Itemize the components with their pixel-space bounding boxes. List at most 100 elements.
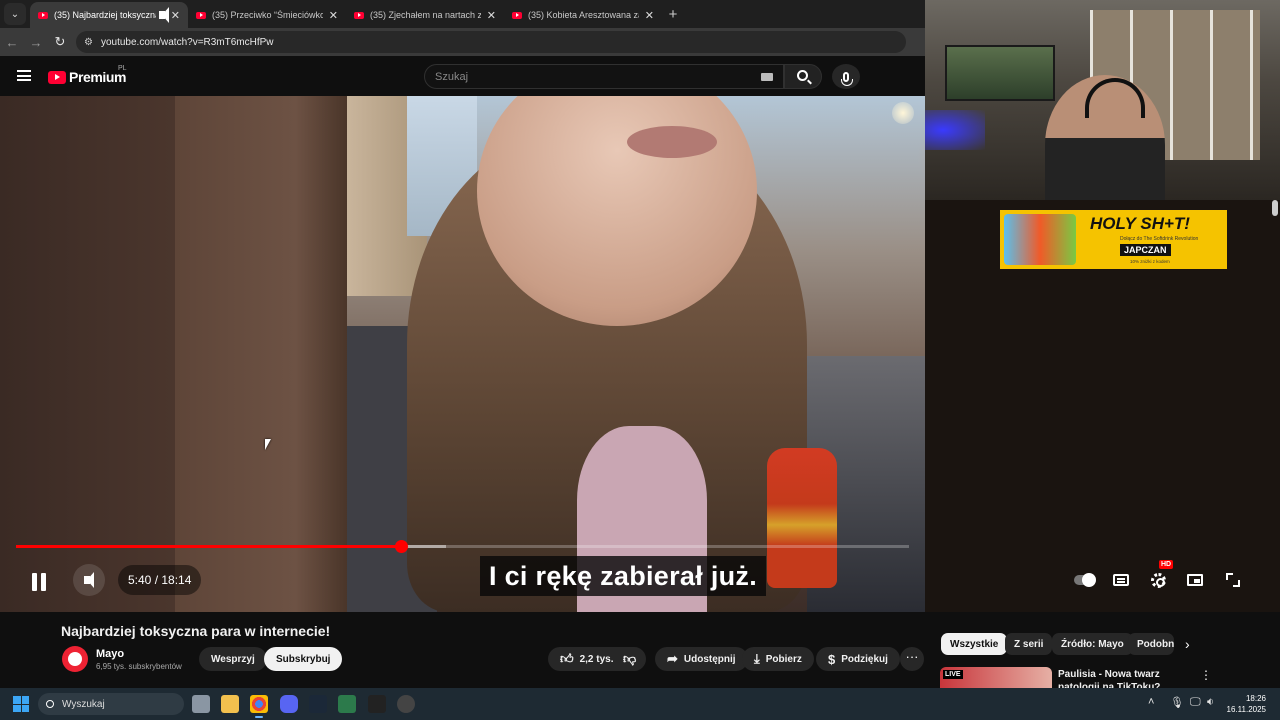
taskbar-search[interactable]: Wyszukaj: [38, 693, 184, 715]
subtitles-button[interactable]: [1111, 570, 1131, 590]
progress-bar[interactable]: [16, 540, 909, 553]
audio-playing-icon[interactable]: 🔊︎: [158, 7, 169, 23]
recommendation-thumbnail[interactable]: LIVE: [940, 667, 1052, 688]
video-player[interactable]: 5:40 / 18:14 I ci rękę zabierał już.: [0, 96, 925, 612]
tray-microphone-icon[interactable]: 🎙︎: [1170, 696, 1184, 709]
reload-icon[interactable]: ↻: [48, 34, 72, 50]
sponsor-tagline: Dołącz do The Softdrink Revolution: [1120, 236, 1199, 242]
video-scene-lamp: [892, 102, 914, 124]
close-tab-icon[interactable]: ✕: [171, 9, 180, 22]
keyboard-icon[interactable]: [761, 73, 773, 81]
logo-region: PL: [118, 65, 127, 72]
tab-title: (35) Zjechałem na nartach z Mount Everes…: [370, 10, 481, 20]
sponsor-discount: 10% zniżki z kodem: [1130, 259, 1170, 264]
search-button[interactable]: [784, 64, 822, 89]
tab-search-dropdown[interactable]: ⌄: [4, 3, 26, 25]
youtube-favicon-icon: [38, 11, 48, 19]
url-field[interactable]: ⚙ youtube.com/watch?v=R3mT6mcHfPw: [76, 31, 906, 53]
youtube-favicon-icon: [512, 11, 522, 19]
back-arrow-icon[interactable]: ←: [0, 35, 24, 50]
subscriber-count: 6,95 tys. subskrybentów: [96, 662, 182, 671]
captions-icon: [1113, 574, 1129, 586]
epic-games-icon[interactable]: [368, 695, 386, 713]
live-badge: LIVE: [943, 670, 963, 679]
tray-volume-icon[interactable]: 🔉︎: [1207, 696, 1214, 709]
youtube-header: Premium PL Szukaj: [0, 56, 925, 96]
youtube-favicon-icon: [196, 11, 206, 19]
pause-icon[interactable]: [30, 573, 48, 591]
chrome-icon[interactable]: [250, 695, 268, 718]
time-display: 5:40 / 18:14: [118, 565, 202, 595]
autoplay-toggle[interactable]: [1074, 570, 1096, 590]
chip-source[interactable]: Źródło: Mayo: [1052, 633, 1133, 655]
support-button[interactable]: Wesprzyj: [199, 647, 267, 671]
download-button[interactable]: ⤓ Pobierz: [742, 647, 814, 671]
miniplayer-button[interactable]: [1185, 570, 1205, 590]
player-right-controls: HD: [1068, 560, 1268, 598]
site-info-icon[interactable]: ⚙: [84, 37, 93, 48]
dislike-button[interactable]: 👎︎: [614, 647, 646, 671]
address-bar-row: ← → ↻ ⚙ youtube.com/watch?v=R3mT6mcHfPw: [0, 28, 925, 56]
webcam-aquarium: [945, 45, 1055, 101]
voice-search-button[interactable]: [832, 64, 860, 89]
youtube-favicon-icon: [354, 11, 364, 19]
video-background-left: [0, 96, 175, 612]
close-tab-icon[interactable]: ✕: [487, 9, 496, 22]
download-icon: ⤓: [754, 651, 760, 666]
mouse-cursor-icon: [265, 439, 271, 450]
youtube-premium-logo[interactable]: Premium PL: [48, 65, 127, 85]
webcam-led-light: [925, 110, 985, 150]
terminal-icon[interactable]: [338, 695, 356, 713]
windows-taskbar: Wyszukaj ˄ 🎙︎ 🖵 🔉︎ 18:26 16.11.2025: [0, 688, 1280, 720]
volume-button[interactable]: [73, 564, 105, 596]
sponsor-brand: JAPCZAN: [1120, 244, 1171, 256]
fullscreen-button[interactable]: [1223, 570, 1243, 590]
page-scrollbar-thumb[interactable]: [1272, 200, 1278, 216]
new-tab-button[interactable]: +: [662, 6, 684, 23]
share-icon: ➦: [667, 651, 678, 666]
browser-tab-4[interactable]: (35) Kobieta Aresztowana za Upał ✕: [504, 2, 662, 28]
search-input[interactable]: Szukaj: [424, 64, 784, 89]
tray-network-icon[interactable]: 🖵: [1190, 696, 1201, 709]
thanks-button[interactable]: $ Podziękuj: [816, 647, 900, 671]
close-tab-icon[interactable]: ✕: [645, 9, 654, 22]
forward-arrow-icon[interactable]: →: [24, 35, 48, 50]
settings-button[interactable]: [1148, 570, 1168, 590]
obs-icon[interactable]: [397, 695, 415, 713]
video-background-door: [175, 96, 347, 612]
chip-similar[interactable]: Podobne: [1128, 633, 1174, 655]
tray-chevron-up-icon[interactable]: ˄: [1148, 696, 1154, 708]
search-icon: [46, 700, 54, 708]
menu-icon[interactable]: [17, 70, 31, 81]
browser-tab-1[interactable]: (35) Najbardziej toksyczna para w intern…: [30, 2, 188, 28]
subscribe-button[interactable]: Subskrybuj: [264, 647, 343, 671]
recommendation-title[interactable]: Paulisia - Nowa twarz patologii na TikTo…: [1058, 668, 1198, 688]
browser-tab-2[interactable]: (35) Przeciwko “Śmieciówkom” ✕: [188, 2, 346, 28]
more-horizontal-icon: ···: [905, 649, 919, 664]
share-button[interactable]: ➦ Udostępnij: [655, 647, 748, 671]
channel-avatar[interactable]: [62, 646, 88, 672]
tab-title: (35) Przeciwko “Śmieciówkom”: [212, 10, 323, 20]
close-tab-icon[interactable]: ✕: [329, 9, 338, 22]
discord-icon[interactable]: [280, 695, 298, 713]
webcam-feed: [925, 0, 1280, 200]
file-explorer-icon[interactable]: [221, 695, 239, 713]
chevron-right-icon[interactable]: ›: [1185, 636, 1190, 652]
browser-tab-3[interactable]: (35) Zjechałem na nartach z Mount Everes…: [346, 2, 504, 28]
task-view-icon[interactable]: [192, 695, 210, 713]
search-placeholder: Szukaj: [435, 70, 469, 83]
windows-start-icon[interactable]: [13, 696, 29, 712]
video-title: Najbardziej toksyczna para w internecie!: [61, 623, 331, 639]
chip-all[interactable]: Wszystkie: [941, 633, 1008, 655]
more-vertical-icon[interactable]: ⋮: [1200, 668, 1212, 682]
chip-series[interactable]: Z serii: [1005, 633, 1053, 655]
video-scene-lips: [627, 126, 717, 158]
miniplayer-icon: [1187, 574, 1203, 586]
channel-name[interactable]: Mayo: [96, 648, 124, 660]
thumbs-down-icon: 👎︎: [623, 651, 637, 666]
more-actions-button[interactable]: ···: [900, 647, 924, 671]
sponsor-cans-image: [1004, 214, 1076, 265]
progress-scrubber-handle[interactable]: [394, 540, 408, 553]
taskbar-clock[interactable]: 18:26 16.11.2025: [1222, 693, 1266, 715]
steam-icon[interactable]: [309, 695, 327, 713]
